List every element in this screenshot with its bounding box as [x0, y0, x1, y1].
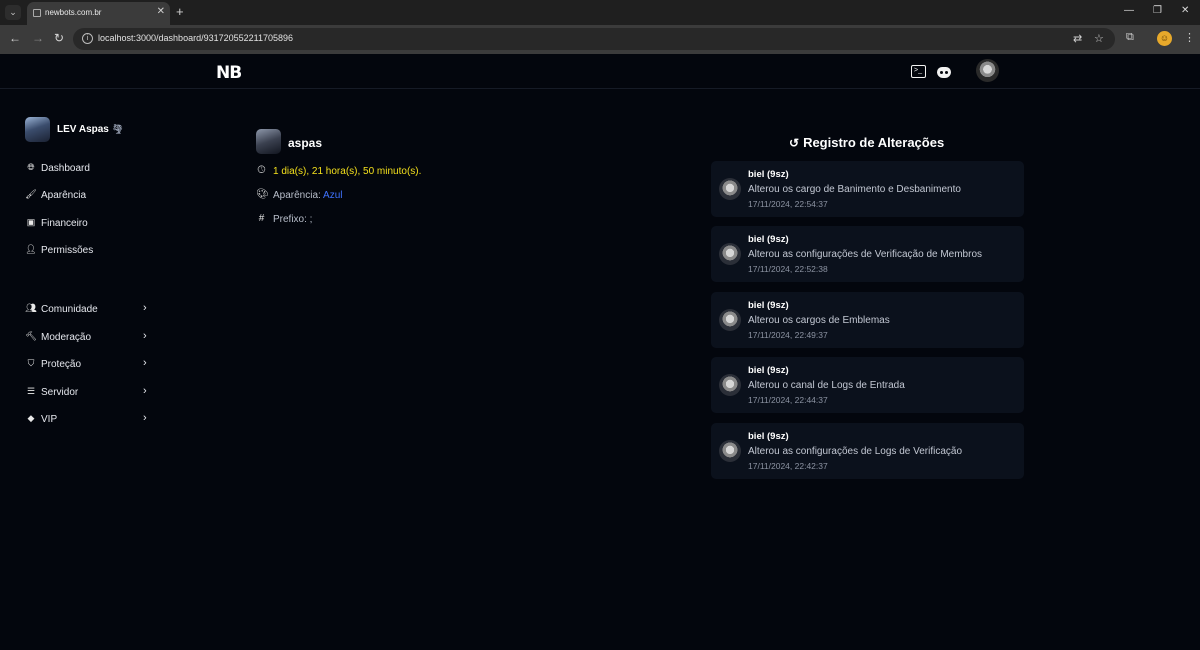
appearance-text: Aparência: Azul [273, 190, 343, 201]
tab-title: newbots.com.br [45, 8, 102, 17]
sidebar-item-permissoes[interactable]: 👤︎ Permissões [25, 243, 155, 259]
url-text[interactable]: localhost:3000/dashboard/931720552211705… [98, 33, 293, 43]
tab-search-chevron-icon[interactable]: ⌄ [5, 5, 21, 20]
discord-icon[interactable] [937, 67, 951, 78]
sidebar-item-dashboard[interactable]: 🌐︎ Dashboard [25, 161, 155, 177]
chevron-right-icon: › [143, 302, 147, 314]
guild-name: aspas [288, 136, 323, 150]
browser-toolbar: ← → ↻ i localhost:3000/dashboard/9317205… [0, 25, 1200, 54]
brush-icon: 🖌︎ [25, 189, 37, 199]
header-user-avatar[interactable] [976, 59, 999, 82]
site-header: NB >_ [0, 54, 1200, 89]
server-avatar [25, 117, 50, 142]
sidebar-group-protecao[interactable]: ⛉ Proteção › [25, 357, 155, 373]
uptime-value: 1 dia(s), 21 hora(s), 50 minuto(s). [273, 166, 422, 177]
chevron-right-icon: › [143, 412, 147, 424]
extensions-puzzle-icon[interactable]: ⧉ [1126, 31, 1134, 44]
site-logo[interactable]: NB [216, 63, 242, 83]
entry-action: Alterou os cargo de Banimento e Desbanim… [748, 184, 961, 195]
changelog-title: ↺ Registro de Alterações [789, 135, 945, 150]
sidebar-item-financeiro[interactable]: ▣ Financeiro [25, 216, 155, 232]
entry-user-avatar [719, 309, 741, 331]
translate-icon[interactable]: ⇄ [1073, 32, 1082, 45]
sidebar-group-label: Servidor [41, 387, 79, 398]
browser-menu-icon[interactable]: ⋮ [1184, 31, 1195, 44]
globe-icon: 🌐︎ [27, 162, 35, 172]
entry-user-avatar [719, 374, 741, 396]
entry-user: biel (9sz) [748, 300, 789, 311]
guild-avatar [256, 129, 281, 154]
changelog-entry: biel (9sz) Alterou o canal de Logs de En… [711, 357, 1024, 413]
sidebar-group-comunidade[interactable]: 👥︎ Comunidade › [25, 302, 155, 318]
entry-time: 17/11/2024, 22:52:38 [748, 264, 828, 274]
palette-icon: 🎨︎ [256, 189, 269, 200]
entry-user: biel (9sz) [748, 234, 789, 245]
sidebar-group-label: Proteção [41, 359, 82, 370]
chevron-right-icon: › [143, 330, 147, 342]
browser-tab[interactable]: newbots.com.br ✕ [27, 2, 170, 25]
entry-action: Alterou as configurações de Logs de Veri… [748, 446, 963, 457]
users-icon: 👥︎ [25, 303, 37, 313]
sidebar-item-label: Financeiro [41, 218, 88, 229]
sidebar-group-servidor[interactable]: ☰ Servidor › [25, 385, 155, 401]
clock-icon: 🕓︎ [257, 165, 266, 176]
changelog-entry: biel (9sz) Alterou as configurações de V… [711, 226, 1024, 282]
entry-time: 17/11/2024, 22:49:37 [748, 330, 828, 340]
close-window-icon[interactable]: ✕ [1181, 5, 1189, 16]
address-bar[interactable]: i localhost:3000/dashboard/9317205522117… [73, 28, 1115, 50]
sidebar-group-label: Moderação [41, 332, 92, 343]
reload-icon[interactable]: ↻ [54, 31, 64, 45]
chevron-right-icon: › [143, 385, 147, 397]
appearance-value[interactable]: Azul [323, 190, 342, 201]
sidebar-group-moderacao[interactable]: 🔨︎ Moderação › [25, 330, 155, 346]
sidebar-item-aparencia[interactable]: 🖌︎ Aparência [25, 188, 155, 204]
prefix-text: Prefixo: ; [273, 214, 313, 225]
restore-icon[interactable]: ❐ [1153, 5, 1162, 16]
bookmark-star-icon[interactable]: ☆ [1094, 32, 1104, 45]
entry-user: biel (9sz) [748, 169, 789, 180]
sidebar-group-vip[interactable]: ◆ VIP › [25, 412, 155, 428]
sidebar-group-label: VIP [41, 414, 58, 425]
gem-icon: ◆ [27, 413, 35, 423]
browser-tab-strip: ⌄ newbots.com.br ✕ + — ❐ ✕ [0, 0, 1200, 25]
close-tab-icon[interactable]: ✕ [157, 6, 165, 17]
entry-time: 17/11/2024, 22:44:37 [748, 395, 828, 405]
hashtag-icon: # [258, 213, 265, 224]
minimize-icon[interactable]: — [1124, 5, 1134, 16]
history-icon: ↺ [789, 136, 800, 150]
changelog-entry: biel (9sz) Alterou os cargo de Banimento… [711, 161, 1024, 217]
forward-arrow-icon[interactable]: → [32, 31, 44, 45]
entry-user: biel (9sz) [748, 365, 789, 376]
sidebar-item-label: Aparência [41, 190, 87, 201]
favicon-icon [33, 9, 41, 17]
shield-icon: ⛉ [27, 358, 35, 368]
back-arrow-icon[interactable]: ← [9, 31, 21, 45]
tornado-emoji-icon: 🌪 [111, 124, 124, 134]
changelog-entry: biel (9sz) Alterou as configurações de L… [711, 423, 1024, 479]
site-info-icon[interactable]: i [82, 33, 93, 44]
new-tab-plus-icon[interactable]: + [176, 4, 184, 19]
entry-user: biel (9sz) [748, 431, 789, 442]
user-gear-icon: 👤︎ [25, 244, 37, 254]
entry-action: Alterou o canal de Logs de Entrada [748, 380, 905, 391]
terminal-icon[interactable]: >_ [911, 65, 926, 78]
server-name: LEV Aspas 🌪 [57, 124, 124, 135]
entry-user-avatar [719, 440, 741, 462]
entry-action: Alterou as configurações de Verificação … [748, 249, 983, 260]
changelog-entry: biel (9sz) Alterou os cargos de Emblemas… [711, 292, 1024, 348]
profile-avatar-icon[interactable]: ☺ [1157, 31, 1172, 46]
entry-user-avatar [719, 178, 741, 200]
entry-action: Alterou os cargos de Emblemas [748, 315, 890, 326]
gavel-icon: 🔨︎ [25, 331, 37, 341]
entry-time: 17/11/2024, 22:42:37 [748, 461, 828, 471]
sidebar-item-label: Permissões [41, 245, 94, 256]
sidebar-group-label: Comunidade [41, 304, 98, 315]
chevron-right-icon: › [143, 357, 147, 369]
sidebar: LEV Aspas 🌪 🌐︎ Dashboard 🖌︎ Aparência ▣ F… [0, 89, 200, 650]
server-icon: ☰ [26, 386, 36, 396]
money-icon: ▣ [26, 217, 36, 227]
entry-time: 17/11/2024, 22:54:37 [748, 199, 828, 209]
sidebar-item-label: Dashboard [41, 163, 90, 174]
entry-user-avatar [719, 243, 741, 265]
